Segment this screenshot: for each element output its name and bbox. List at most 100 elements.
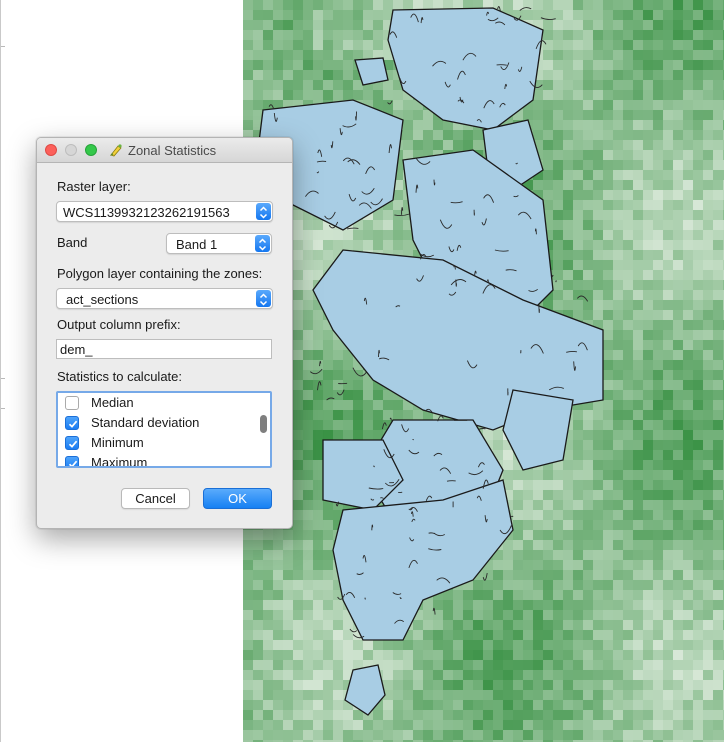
raster-cell (433, 650, 443, 660)
standard-deviation-checkbox[interactable] (65, 416, 79, 430)
raster-cell (593, 520, 603, 530)
statistics-list[interactable]: Median Standard deviation Minimum Maximu… (56, 391, 272, 468)
raster-cell (703, 150, 713, 160)
raster-cell (553, 550, 563, 560)
raster-cell (373, 10, 383, 20)
band-select[interactable]: Band 1 (166, 233, 272, 254)
raster-cell (533, 560, 543, 570)
raster-cell (443, 640, 453, 650)
list-item[interactable]: Minimum (58, 433, 258, 453)
scrollbar-thumb[interactable] (260, 415, 267, 433)
minimum-checkbox[interactable] (65, 436, 79, 450)
close-window-button[interactable] (45, 144, 57, 156)
raster-cell (713, 340, 723, 350)
raster-layer-select[interactable]: WCS1139932123262191563 (56, 201, 273, 222)
raster-cell (513, 630, 523, 640)
raster-cell (643, 630, 653, 640)
maximum-checkbox[interactable] (65, 456, 79, 466)
raster-cell (433, 670, 443, 680)
raster-cell (643, 620, 653, 630)
raster-cell (573, 630, 583, 640)
map-canvas[interactable] (243, 0, 724, 742)
raster-cell (603, 300, 613, 310)
raster-cell (323, 70, 333, 80)
median-checkbox[interactable] (65, 396, 79, 410)
raster-cell (533, 10, 543, 20)
raster-cell (673, 660, 683, 670)
raster-cell (643, 210, 653, 220)
raster-cell (663, 560, 673, 570)
raster-cell (653, 520, 663, 530)
raster-cell (493, 570, 503, 580)
raster-cell (473, 710, 483, 720)
raster-cell (533, 540, 543, 550)
raster-cell (713, 650, 723, 660)
raster-cell (523, 730, 533, 740)
raster-cell (473, 610, 483, 620)
raster-cell (693, 80, 703, 90)
list-item[interactable]: Maximum (58, 453, 258, 466)
raster-cell (633, 120, 643, 130)
raster-cell (713, 350, 723, 360)
raster-cell (553, 590, 563, 600)
raster-cell (443, 720, 453, 730)
raster-cell (303, 360, 313, 370)
raster-cell (453, 590, 463, 600)
raster-cell (653, 170, 663, 180)
raster-cell (683, 390, 693, 400)
raster-cell (263, 10, 273, 20)
raster-cell (473, 690, 483, 700)
raster-cell (703, 120, 713, 130)
raster-cell (323, 250, 333, 260)
raster-cell (713, 210, 723, 220)
raster-cell (293, 710, 303, 720)
raster-cell (633, 180, 643, 190)
raster-cell (653, 560, 663, 570)
output-prefix-input[interactable]: dem_ (56, 339, 272, 359)
raster-cell (623, 520, 633, 530)
raster-cell (543, 520, 553, 530)
raster-cell (633, 100, 643, 110)
raster-cell (713, 170, 723, 180)
raster-cell (323, 540, 333, 550)
ok-button[interactable]: OK (203, 488, 272, 509)
raster-cell (553, 670, 563, 680)
raster-cell (693, 360, 703, 370)
raster-cell (563, 480, 573, 490)
raster-cell (623, 700, 633, 710)
polygon-layer-select[interactable]: act_sections (56, 288, 273, 309)
raster-cell (533, 570, 543, 580)
list-item-label: Median (91, 395, 134, 410)
raster-cell (673, 180, 683, 190)
list-item[interactable]: Standard deviation (58, 413, 258, 433)
raster-cell (653, 180, 663, 190)
raster-cell (583, 410, 593, 420)
raster-cell (523, 530, 533, 540)
raster-cell (433, 120, 443, 130)
minimize-window-button[interactable] (65, 144, 77, 156)
raster-cell (533, 640, 543, 650)
raster-cell (573, 230, 583, 240)
list-item[interactable]: Median (58, 393, 258, 413)
raster-cell (323, 90, 333, 100)
raster-cell (583, 280, 593, 290)
zonal-statistics-icon (110, 144, 122, 157)
raster-cell (283, 570, 293, 580)
raster-cell (703, 250, 713, 260)
raster-cell (693, 120, 703, 130)
raster-cell (693, 230, 703, 240)
raster-cell (603, 620, 613, 630)
raster-cell (603, 520, 613, 530)
raster-cell (653, 30, 663, 40)
raster-cell (563, 580, 573, 590)
statistics-scrollbar[interactable] (260, 395, 268, 464)
raster-cell (693, 460, 703, 470)
raster-cell (553, 120, 563, 130)
zoom-window-button[interactable] (85, 144, 97, 156)
raster-cell (563, 120, 573, 130)
raster-cell (593, 120, 603, 130)
raster-cell (633, 670, 643, 680)
raster-cell (603, 170, 613, 180)
cancel-button[interactable]: Cancel (121, 488, 190, 509)
dialog-titlebar[interactable]: Zonal Statistics (37, 138, 292, 163)
